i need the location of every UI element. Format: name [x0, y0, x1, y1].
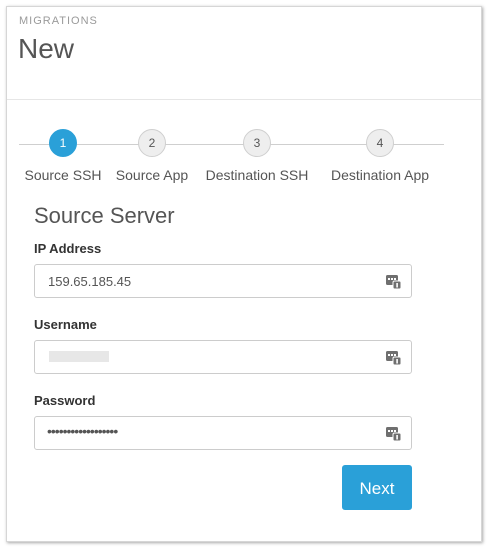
ip-address-label: IP Address: [34, 241, 102, 256]
breadcrumb: MIGRATIONS: [19, 15, 98, 27]
password-manager-icon[interactable]: [386, 274, 401, 289]
redacted-username: [49, 351, 109, 362]
ip-address-value: 159.65.185.45: [48, 274, 132, 289]
step-label: Destination App: [330, 167, 430, 183]
step-number: 4: [366, 129, 394, 157]
password-manager-icon[interactable]: [386, 350, 401, 365]
step-number: 3: [243, 129, 271, 157]
ip-address-field[interactable]: 159.65.185.45: [34, 264, 412, 298]
password-label: Password: [34, 393, 96, 408]
page-header: MIGRATIONS New: [7, 7, 481, 100]
step-number: 1: [49, 129, 77, 157]
password-value: ••••••••••••••••••: [47, 423, 118, 439]
step-label: Destination SSH: [205, 167, 309, 183]
page-title: New: [18, 33, 75, 64]
wizard-stepper: 1 Source SSH 2 Source App 3 Destination …: [19, 129, 444, 189]
section-title: Source Server: [34, 203, 175, 228]
password-field[interactable]: ••••••••••••••••••: [34, 416, 412, 450]
step-label: Source App: [115, 167, 189, 183]
migration-panel: MIGRATIONS New 1 Source SSH 2 Source App…: [6, 6, 482, 542]
step-number: 2: [138, 129, 166, 157]
username-label: Username: [34, 317, 97, 332]
password-manager-icon[interactable]: [386, 426, 401, 441]
step-label: Source SSH: [24, 167, 102, 183]
next-button[interactable]: Next: [342, 465, 412, 510]
username-field[interactable]: [34, 340, 412, 374]
